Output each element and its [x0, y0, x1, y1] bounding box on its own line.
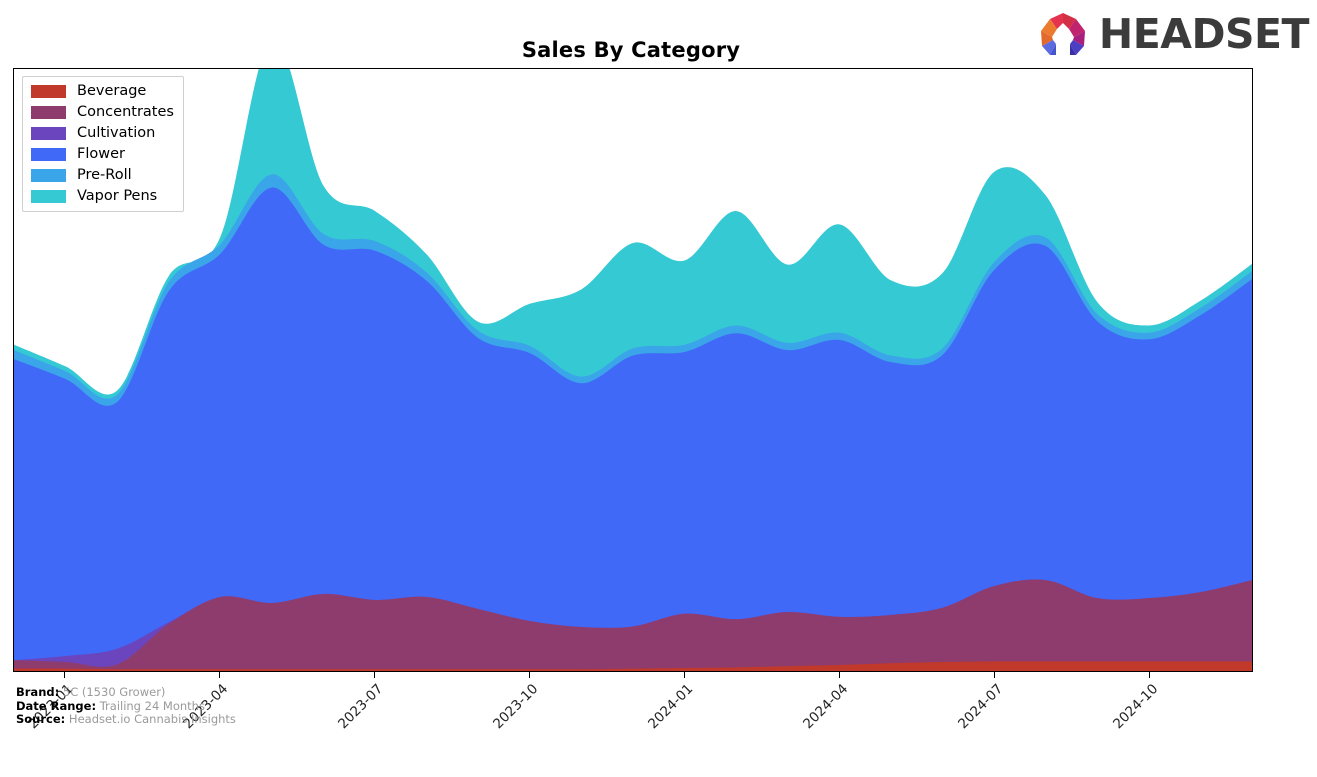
- legend-swatch-icon: [31, 85, 66, 98]
- legend-swatch-icon: [31, 169, 66, 182]
- x-axis-tick-mark: [219, 672, 221, 678]
- x-axis-tick-mark: [529, 672, 531, 678]
- legend-swatch-icon: [31, 106, 66, 119]
- chart-legend: Beverage Concentrates Cultivation Flower Pre…: [22, 76, 184, 212]
- legend-item-label: Concentrates: [77, 104, 174, 121]
- footnote-source: Source: Headset.io Cannabis Insights: [16, 712, 236, 727]
- legend-item[interactable]: Vapor Pens: [31, 189, 174, 204]
- headset-wordmark: HEADSET: [1098, 9, 1310, 58]
- chart-page: Sales By Category HEADSET Beverage Concen…: [0, 0, 1317, 743]
- legend-item-label: Pre-Roll: [77, 167, 132, 184]
- footnote-brand-label: Brand:: [16, 685, 60, 699]
- footnote-date-range-label: Date Range:: [16, 698, 97, 713]
- x-axis-tick-mark: [374, 672, 376, 678]
- footnote-brand-value: 5C (1530 Grower): [62, 685, 166, 699]
- x-axis-tick-mark: [1149, 672, 1151, 678]
- x-axis-tick-mark: [64, 672, 66, 678]
- x-axis-tick-mark: [684, 672, 686, 678]
- x-axis-tick-label: 2024-10: [1109, 681, 1162, 733]
- x-axis-tick-label: 2024-04: [799, 681, 852, 733]
- x-axis-tick-mark: [994, 672, 996, 678]
- plot-area: Beverage Concentrates Cultivation Flower Pre…: [13, 68, 1253, 672]
- legend-item-label: Beverage: [77, 83, 147, 100]
- legend-item[interactable]: Flower: [31, 147, 174, 162]
- legend-swatch-icon: [31, 148, 66, 161]
- legend-item-label: Flower: [77, 146, 125, 163]
- legend-item[interactable]: Cultivation: [31, 126, 174, 141]
- legend-item[interactable]: Concentrates: [31, 105, 174, 120]
- headset-logo: HEADSET: [1035, 8, 1310, 60]
- x-axis-tick-label: 2023-07: [334, 681, 387, 733]
- footnote-source-value: Headset.io Cannabis Insights: [68, 712, 236, 726]
- headset-mark-icon: [1040, 13, 1085, 55]
- footnote-date-range: Date Range: Trailing 24 Months: [16, 698, 236, 714]
- stacked-area-chart: [14, 69, 1252, 671]
- legend-swatch-icon: [31, 127, 66, 140]
- legend-swatch-icon: [31, 190, 66, 203]
- legend-item-label: Vapor Pens: [77, 188, 158, 205]
- x-axis-tick-label: 2024-07: [954, 681, 1007, 733]
- footnote-brand: Brand: 5C (1530 Grower): [16, 685, 236, 700]
- legend-item[interactable]: Pre-Roll: [31, 168, 174, 183]
- legend-item-label: Cultivation: [77, 125, 156, 142]
- footnote-date-range-value: Trailing 24 Months: [99, 698, 205, 713]
- x-axis-tick-label: 2024-01: [644, 681, 697, 733]
- legend-item[interactable]: Beverage: [31, 84, 174, 99]
- x-axis-tick-label: 2023-10: [489, 681, 542, 733]
- chart-footnote: Brand: 5C (1530 Grower) Date Range: Trai…: [16, 685, 236, 727]
- footnote-source-label: Source:: [16, 712, 66, 726]
- x-axis-tick-mark: [839, 672, 841, 678]
